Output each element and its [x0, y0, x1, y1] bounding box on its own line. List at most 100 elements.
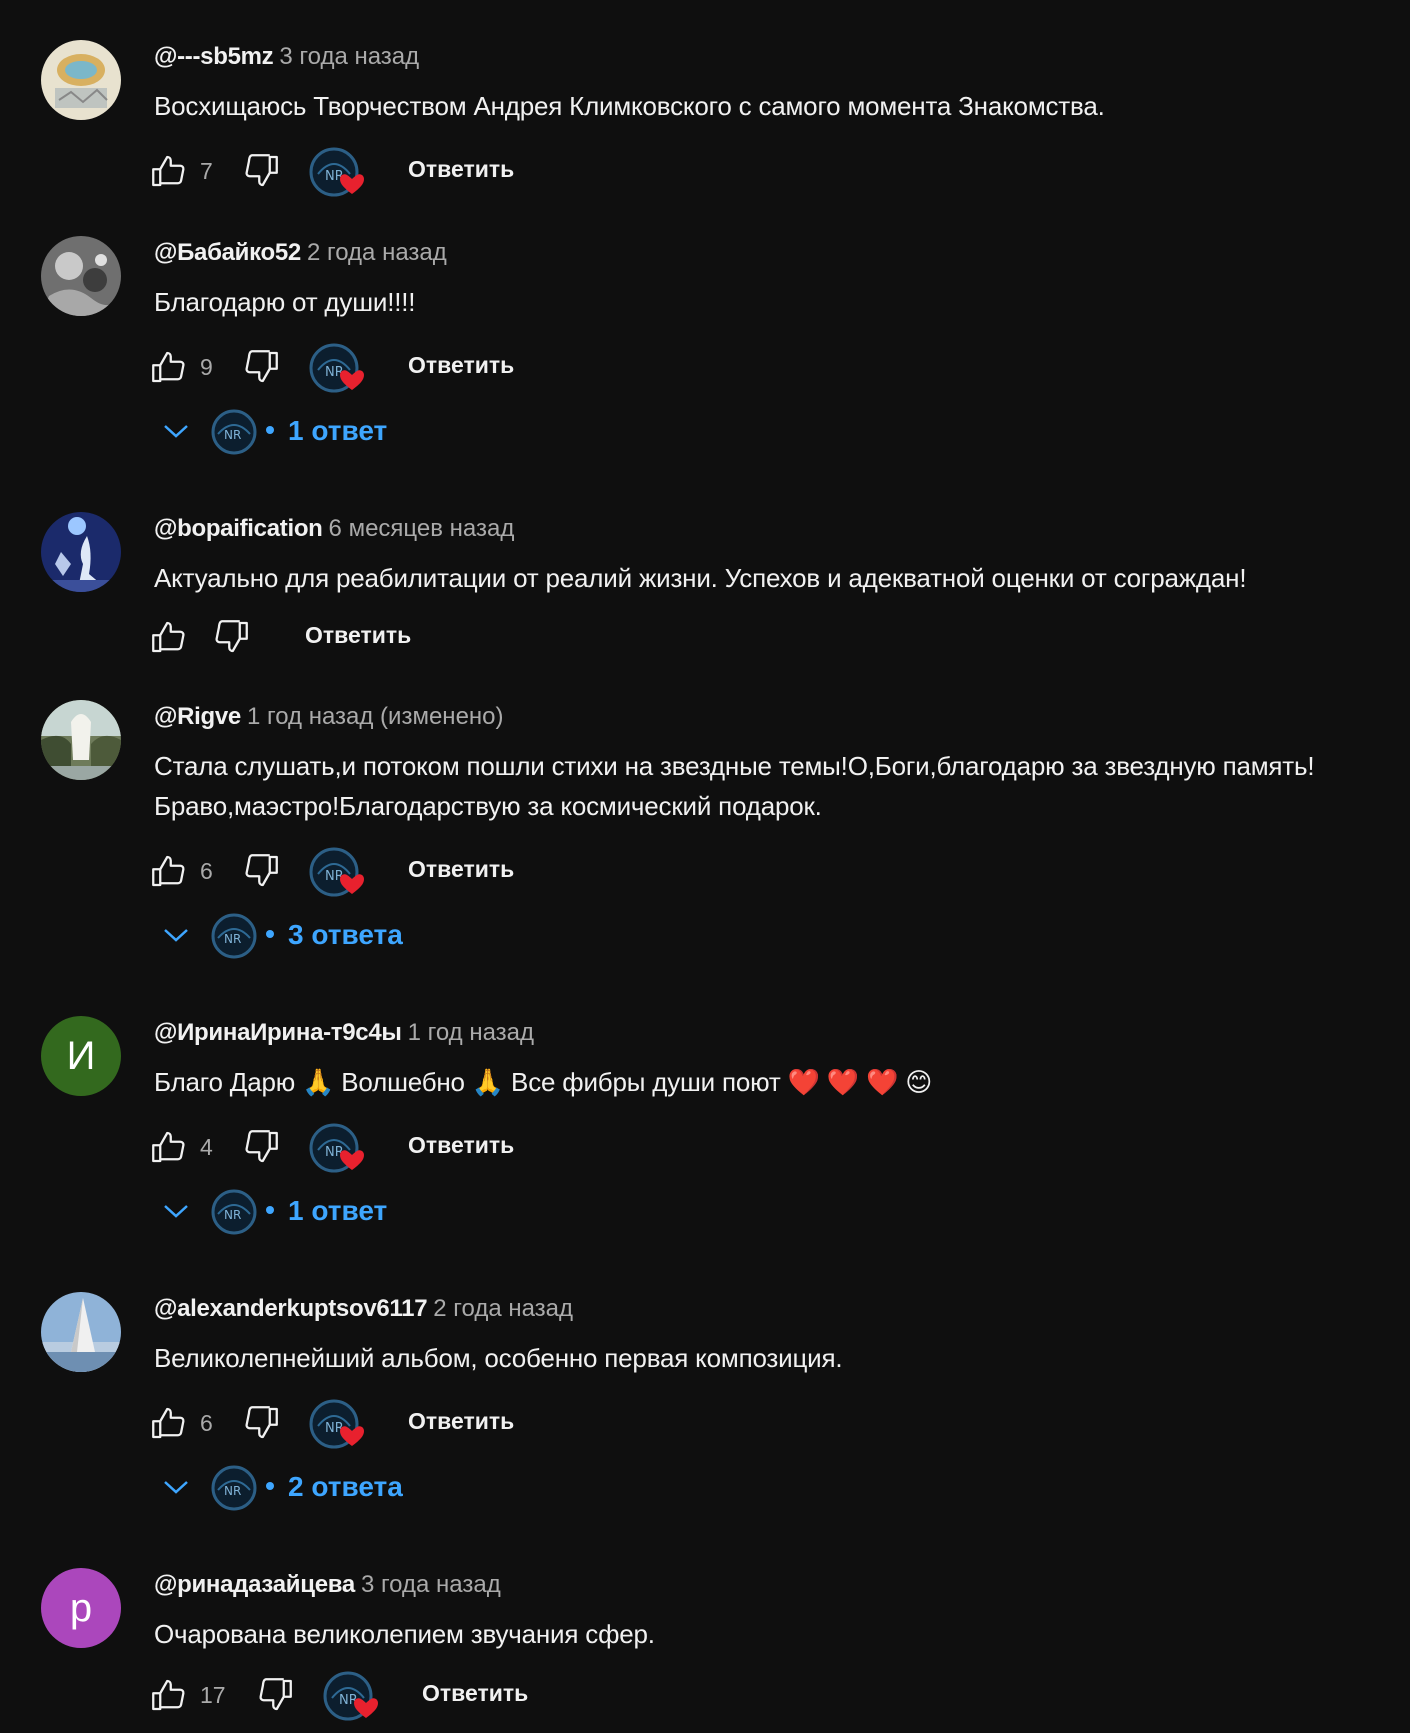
avatar-letter: И — [66, 1033, 96, 1078]
like-count: 6 — [200, 1410, 213, 1436]
like-count: 6 — [200, 858, 213, 884]
like-button[interactable] — [148, 1402, 190, 1444]
reply-button[interactable]: Ответить — [408, 1408, 514, 1435]
creator-heart-badge: NR — [308, 1396, 368, 1456]
comment-header: @ринадазайцева 3 года назад — [154, 1570, 501, 1600]
reply-count[interactable]: 2 ответа — [288, 1471, 403, 1503]
creator-avatar: NR — [211, 913, 257, 959]
comment-header: @alexanderkuptsov6117 2 года назад — [154, 1294, 573, 1324]
separator-dot — [266, 930, 274, 938]
dislike-button[interactable] — [240, 1402, 282, 1444]
comment-text: Благодарю от души!!!! — [154, 287, 416, 317]
creator-heart-badge: NR — [308, 1120, 368, 1180]
avatar[interactable] — [41, 700, 121, 780]
like-button[interactable] — [148, 150, 190, 192]
like-count: 9 — [200, 354, 213, 380]
view-replies-button[interactable]: NR 1 ответ — [158, 1188, 558, 1238]
comment-header: @Rigve 1 год назад (изменено) — [154, 702, 504, 732]
comment-actions: 17 NR Ответить — [148, 1668, 748, 1722]
comment-text: Очарована великолепием звучания сфер. — [154, 1619, 655, 1649]
view-replies-button[interactable]: NR 3 ответа — [158, 912, 558, 962]
comment-author[interactable]: @Rigve — [154, 703, 241, 730]
like-button[interactable] — [148, 346, 190, 388]
comment-actions: 4 NR Ответить — [148, 1120, 748, 1174]
comment-actions: 6 NR Ответить — [148, 1396, 748, 1450]
comment-text: Восхищаюсь Творчеством Андрея Климковско… — [154, 91, 1105, 121]
comment-text: Великолепнейший альбом, особенно первая … — [154, 1343, 843, 1373]
comment-actions: 6 NR Ответить — [148, 844, 748, 898]
separator-dot — [266, 426, 274, 434]
comment-author[interactable]: @---sb5mz — [154, 43, 274, 70]
comment-author[interactable]: @ринадазайцева — [154, 1571, 355, 1598]
avatar[interactable]: р — [41, 1568, 121, 1648]
view-replies-button[interactable]: NR 1 ответ — [158, 408, 558, 458]
like-button[interactable] — [148, 850, 190, 892]
reply-button[interactable]: Ответить — [408, 1132, 514, 1159]
heart-emoji: ❤️ — [866, 1067, 899, 1097]
like-count: 7 — [200, 158, 213, 184]
like-button[interactable] — [148, 1126, 190, 1168]
reply-count[interactable]: 3 ответа — [288, 919, 403, 951]
comment-header: @---sb5mz 3 года назад — [154, 42, 419, 72]
pray-emoji: 🙏 — [471, 1067, 505, 1097]
avatar[interactable] — [41, 1292, 121, 1372]
svg-text:NR: NR — [224, 932, 241, 946]
comment-actions: 9 NR Ответить — [148, 340, 748, 394]
chevron-down-icon — [164, 929, 188, 942]
reply-count[interactable]: 1 ответ — [288, 415, 387, 447]
chevron-down-icon — [164, 1205, 188, 1218]
dislike-button[interactable] — [240, 150, 282, 192]
creator-avatar: NR — [211, 409, 257, 455]
creator-heart-badge: NR — [308, 340, 368, 400]
dislike-button[interactable] — [240, 346, 282, 388]
comment-timestamp[interactable]: 2 года назад — [307, 239, 447, 266]
comment-timestamp[interactable]: 1 год назад (изменено) — [247, 703, 504, 730]
reply-button[interactable]: Ответить — [408, 352, 514, 379]
comment-author[interactable]: @alexanderkuptsov6117 — [154, 1295, 428, 1322]
reply-button[interactable]: Ответить — [408, 156, 514, 183]
view-replies-button[interactable]: NR 2 ответа — [158, 1464, 558, 1514]
comment-text: Актуально для реабилитации от реалий жиз… — [154, 563, 1247, 593]
comment-actions: Ответить — [148, 616, 748, 670]
comment-author[interactable]: @ИринаИрина-т9с4ы — [154, 1019, 402, 1046]
avatar[interactable] — [41, 236, 121, 316]
comment-timestamp[interactable]: 2 года назад — [433, 1295, 573, 1322]
comment-timestamp[interactable]: 6 месяцев назад — [329, 515, 515, 542]
comment-author[interactable]: @bopaification — [154, 515, 323, 542]
dislike-button[interactable] — [210, 616, 252, 658]
avatar[interactable]: И — [41, 1016, 121, 1096]
creator-avatar: NR — [211, 1465, 257, 1511]
comment-actions: 7 NR Ответить — [148, 144, 748, 198]
smile-emoji: 😊 — [905, 1067, 933, 1097]
reply-button[interactable]: Ответить — [408, 856, 514, 883]
comment-header: @ИринаИрина-т9с4ы 1 год назад — [154, 1018, 534, 1048]
like-button[interactable] — [148, 616, 190, 658]
creator-heart-badge: NR — [308, 844, 368, 904]
svg-text:NR: NR — [224, 1484, 241, 1498]
reply-button[interactable]: Ответить — [422, 1680, 528, 1707]
reply-button[interactable]: Ответить — [305, 622, 411, 649]
creator-heart-badge: NR — [308, 144, 368, 204]
separator-dot — [266, 1482, 274, 1490]
dislike-button[interactable] — [240, 850, 282, 892]
svg-text:NR: NR — [224, 428, 241, 442]
avatar[interactable] — [41, 40, 121, 120]
comment-timestamp[interactable]: 3 года назад — [279, 43, 419, 70]
pray-emoji: 🙏 — [302, 1067, 335, 1097]
comment-author[interactable]: @Бабайко52 — [154, 239, 301, 266]
creator-heart-badge: NR — [322, 1668, 382, 1728]
comment-header: @Бабайко52 2 года назад — [154, 238, 447, 268]
heart-emoji: ❤️ — [826, 1067, 860, 1097]
like-count: 17 — [200, 1682, 226, 1708]
avatar[interactable] — [41, 512, 121, 592]
chevron-down-icon — [164, 425, 188, 438]
comment-text: Благо Дарю 🙏 Волшебно 🙏 Все фибры души п… — [154, 1067, 933, 1097]
creator-avatar: NR — [211, 1189, 257, 1235]
comment-timestamp[interactable]: 3 года назад — [361, 1571, 501, 1598]
dislike-button[interactable] — [240, 1126, 282, 1168]
heart-emoji: ❤️ — [787, 1067, 820, 1097]
comment-timestamp[interactable]: 1 год назад — [408, 1019, 534, 1046]
reply-count[interactable]: 1 ответ — [288, 1195, 387, 1227]
comment-text: Стала слушать,и потоком пошли стихи на з… — [154, 751, 1315, 821]
separator-dot — [266, 1206, 274, 1214]
